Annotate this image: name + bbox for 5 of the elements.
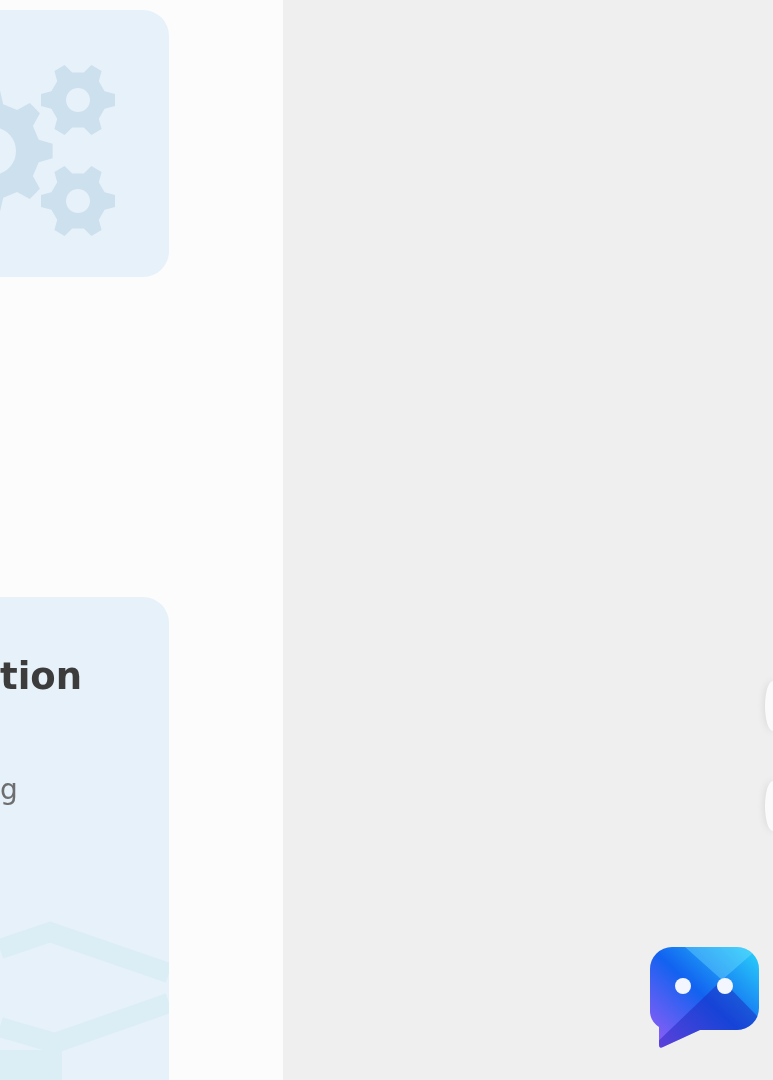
card-title: tion <box>0 655 83 699</box>
round-button[interactable] <box>765 781 773 831</box>
round-button[interactable] <box>765 681 773 731</box>
card-text: g <box>0 773 18 807</box>
chat-bot-icon[interactable] <box>650 947 760 1049</box>
